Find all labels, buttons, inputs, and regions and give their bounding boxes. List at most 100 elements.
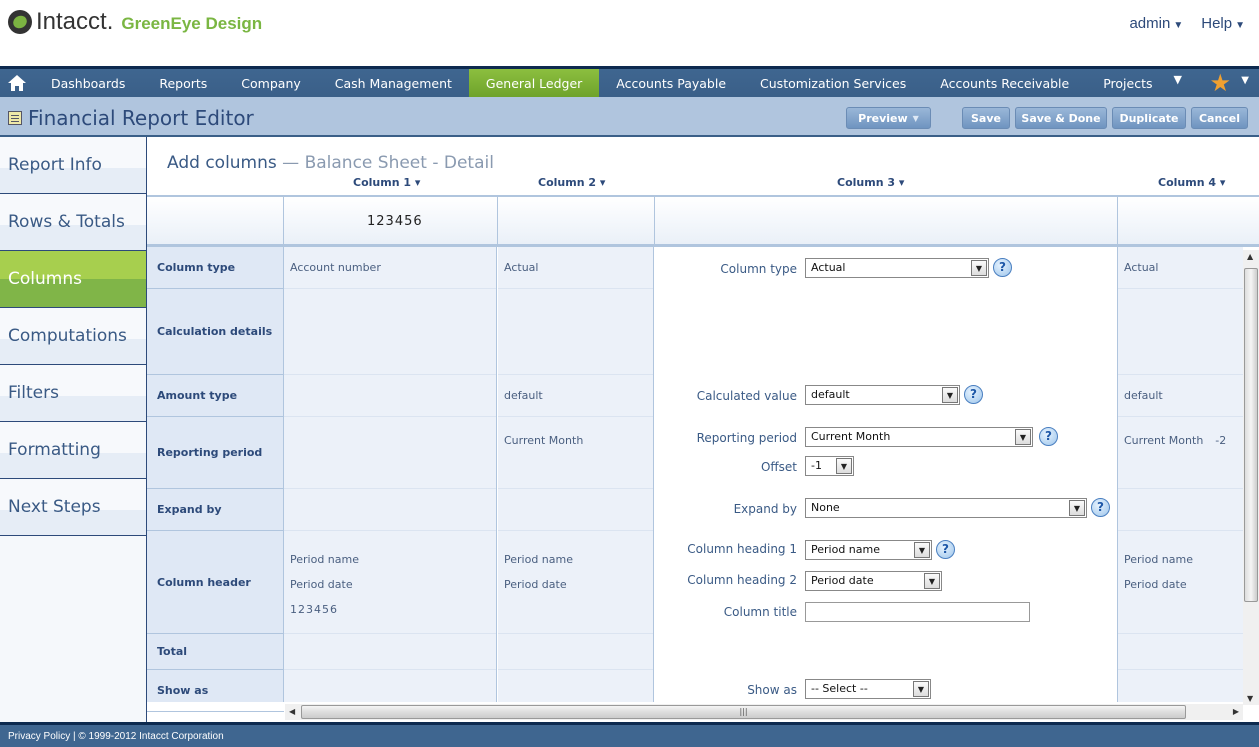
help-icon[interactable]: ?: [1039, 427, 1058, 446]
brand-name: Intacct.: [36, 8, 114, 35]
help-menu-label: Help: [1201, 15, 1233, 32]
calculated-value-value: default: [811, 388, 850, 401]
favorites-star-icon[interactable]: ★: [1209, 71, 1231, 95]
col1-reporting-period: [284, 417, 496, 489]
column-heading-1-label: Column heading 1: [687, 542, 797, 556]
heading-text: Add columns: [167, 153, 277, 173]
nav-projects[interactable]: Projects: [1086, 69, 1169, 97]
expand-by-value: None: [811, 501, 840, 514]
col4-column-header: Period name Period date: [1118, 531, 1243, 634]
column-type-select[interactable]: Actual ▼: [805, 258, 989, 278]
column-2[interactable]: Actual default Current Month Period name…: [498, 247, 654, 702]
footer: Privacy Policy | © 1999-2012 Intacct Cor…: [0, 722, 1259, 747]
calculated-value-label: Calculated value: [696, 389, 797, 403]
show-as-select[interactable]: -- Select -- ▼: [805, 679, 931, 699]
divider: [497, 197, 498, 244]
row-label-reporting-period: Reporting period: [147, 417, 284, 489]
main-content: Add columns — Balance Sheet - Detail Col…: [147, 137, 1259, 722]
favorites-dropdown-icon[interactable]: ▼: [1241, 75, 1249, 86]
column-heading-2-select[interactable]: Period date ▼: [805, 571, 942, 591]
cancel-button[interactable]: Cancel: [1191, 107, 1248, 129]
horizontal-scroll-thumb[interactable]: |||: [301, 705, 1186, 719]
sidebar-item-report-info[interactable]: Report Info: [0, 137, 146, 194]
help-menu[interactable]: Help ▼: [1201, 15, 1245, 32]
scroll-right-icon[interactable]: ▶: [1233, 707, 1239, 716]
nav-dashboards[interactable]: Dashboards: [34, 69, 142, 97]
home-icon: [8, 75, 26, 91]
calculated-value-select[interactable]: default ▼: [805, 385, 960, 405]
nav-reports[interactable]: Reports: [142, 69, 224, 97]
sidebar-item-computations[interactable]: Computations: [0, 308, 146, 365]
columns-grid: Column type Calculation details Amount t…: [147, 247, 1259, 712]
footer-text[interactable]: Privacy Policy | © 1999-2012 Intacct Cor…: [8, 731, 224, 742]
sidebar-item-next-steps[interactable]: Next Steps: [0, 479, 146, 536]
column-3-menu[interactable]: Column 3 ▾: [837, 176, 904, 189]
nav-general-ledger[interactable]: General Ledger: [468, 69, 600, 97]
col1-amount-type: [284, 375, 496, 417]
save-and-done-button[interactable]: Save & Done: [1015, 107, 1107, 129]
col4-total: [1118, 634, 1243, 670]
column-title-input[interactable]: [805, 602, 1030, 622]
duplicate-button[interactable]: Duplicate: [1112, 107, 1186, 129]
column-heading-2-label: Column heading 2: [687, 573, 797, 587]
admin-menu[interactable]: admin ▼: [1129, 15, 1183, 32]
nav-accounts-receivable[interactable]: Accounts Receivable: [923, 69, 1086, 97]
reporting-period-value: Current Month: [811, 430, 891, 443]
admin-menu-label: admin: [1129, 15, 1171, 32]
nav-company[interactable]: Company: [224, 69, 317, 97]
sidebar-item-filters[interactable]: Filters: [0, 365, 146, 422]
save-button[interactable]: Save: [962, 107, 1010, 129]
nav-cash-management[interactable]: Cash Management: [318, 69, 469, 97]
column-3-editor: Column type Actual ▼ ? Calculated value d…: [655, 247, 1117, 702]
column-heading-1-select[interactable]: Period name ▼: [805, 540, 932, 560]
top-header: Intacct. GreenEye Design admin ▼ Help ▼: [0, 0, 1259, 66]
column-type-value: Actual: [811, 261, 846, 274]
offset-label: Offset: [760, 460, 797, 474]
divider: [283, 197, 284, 244]
sidebar-item-formatting[interactable]: Formatting: [0, 422, 146, 479]
column-1[interactable]: Account number Period name Period date 1…: [284, 247, 497, 702]
column-2-menu[interactable]: Column 2 ▾: [538, 176, 605, 189]
col4-reporting-period: Current Month -2: [1118, 417, 1243, 489]
vertical-scroll-thumb[interactable]: [1244, 268, 1258, 602]
main-nav: Dashboards Reports Company Cash Manageme…: [0, 66, 1259, 97]
col1-calculation-details: [284, 289, 496, 375]
sidebar-item-rows-totals[interactable]: Rows & Totals: [0, 194, 146, 251]
nav-customization-services[interactable]: Customization Services: [743, 69, 923, 97]
scroll-down-icon[interactable]: ▼: [1247, 694, 1253, 703]
chevron-down-icon: ▼: [1015, 429, 1031, 445]
preview-button[interactable]: Preview ▼: [846, 107, 931, 129]
help-icon[interactable]: ?: [964, 385, 983, 404]
col4-reporting-period-value: Current Month: [1124, 434, 1204, 447]
nav-accounts-payable[interactable]: Accounts Payable: [599, 69, 743, 97]
sidebar-item-columns[interactable]: Columns: [0, 251, 146, 308]
home-button[interactable]: [0, 69, 34, 97]
vertical-scrollbar[interactable]: ▲ ▼: [1243, 250, 1259, 705]
help-icon[interactable]: ?: [1091, 498, 1110, 517]
row-label-column-header: Column header: [147, 531, 284, 634]
reporting-period-select[interactable]: Current Month ▼: [805, 427, 1033, 447]
help-icon[interactable]: ?: [993, 258, 1012, 277]
col4-column-type: Actual: [1118, 247, 1243, 289]
col4-header-line-1: Period name: [1124, 553, 1193, 566]
column-4[interactable]: Actual default Current Month -2 Period na…: [1117, 247, 1243, 702]
row-label-expand-by: Expand by: [147, 489, 284, 531]
title-bar: Financial Report Editor Preview ▼ Save Sa…: [0, 97, 1259, 137]
column-4-menu[interactable]: Column 4 ▾: [1158, 176, 1225, 189]
help-icon[interactable]: ?: [936, 540, 955, 559]
divider: [654, 197, 655, 244]
row-label-calculation-details: Calculation details: [147, 289, 284, 375]
intacct-logo-icon: [8, 10, 32, 34]
nav-more-dropdown-icon[interactable]: ▼: [1174, 73, 1182, 86]
chevron-down-icon: ▼: [1235, 20, 1245, 31]
col2-amount-type: default: [498, 375, 653, 417]
scroll-left-icon[interactable]: ◀: [289, 707, 295, 716]
horizontal-scrollbar[interactable]: ◀ ||| ▶: [285, 704, 1243, 720]
column-1-menu[interactable]: Column 1 ▾: [353, 176, 420, 189]
offset-select[interactable]: -1 ▼: [805, 456, 854, 476]
scroll-up-icon[interactable]: ▲: [1247, 252, 1253, 261]
col4-calculation-details: [1118, 289, 1243, 375]
chevron-down-icon: ▼: [1069, 500, 1085, 516]
expand-by-select[interactable]: None ▼: [805, 498, 1087, 518]
chevron-down-icon: ▼: [942, 387, 958, 403]
